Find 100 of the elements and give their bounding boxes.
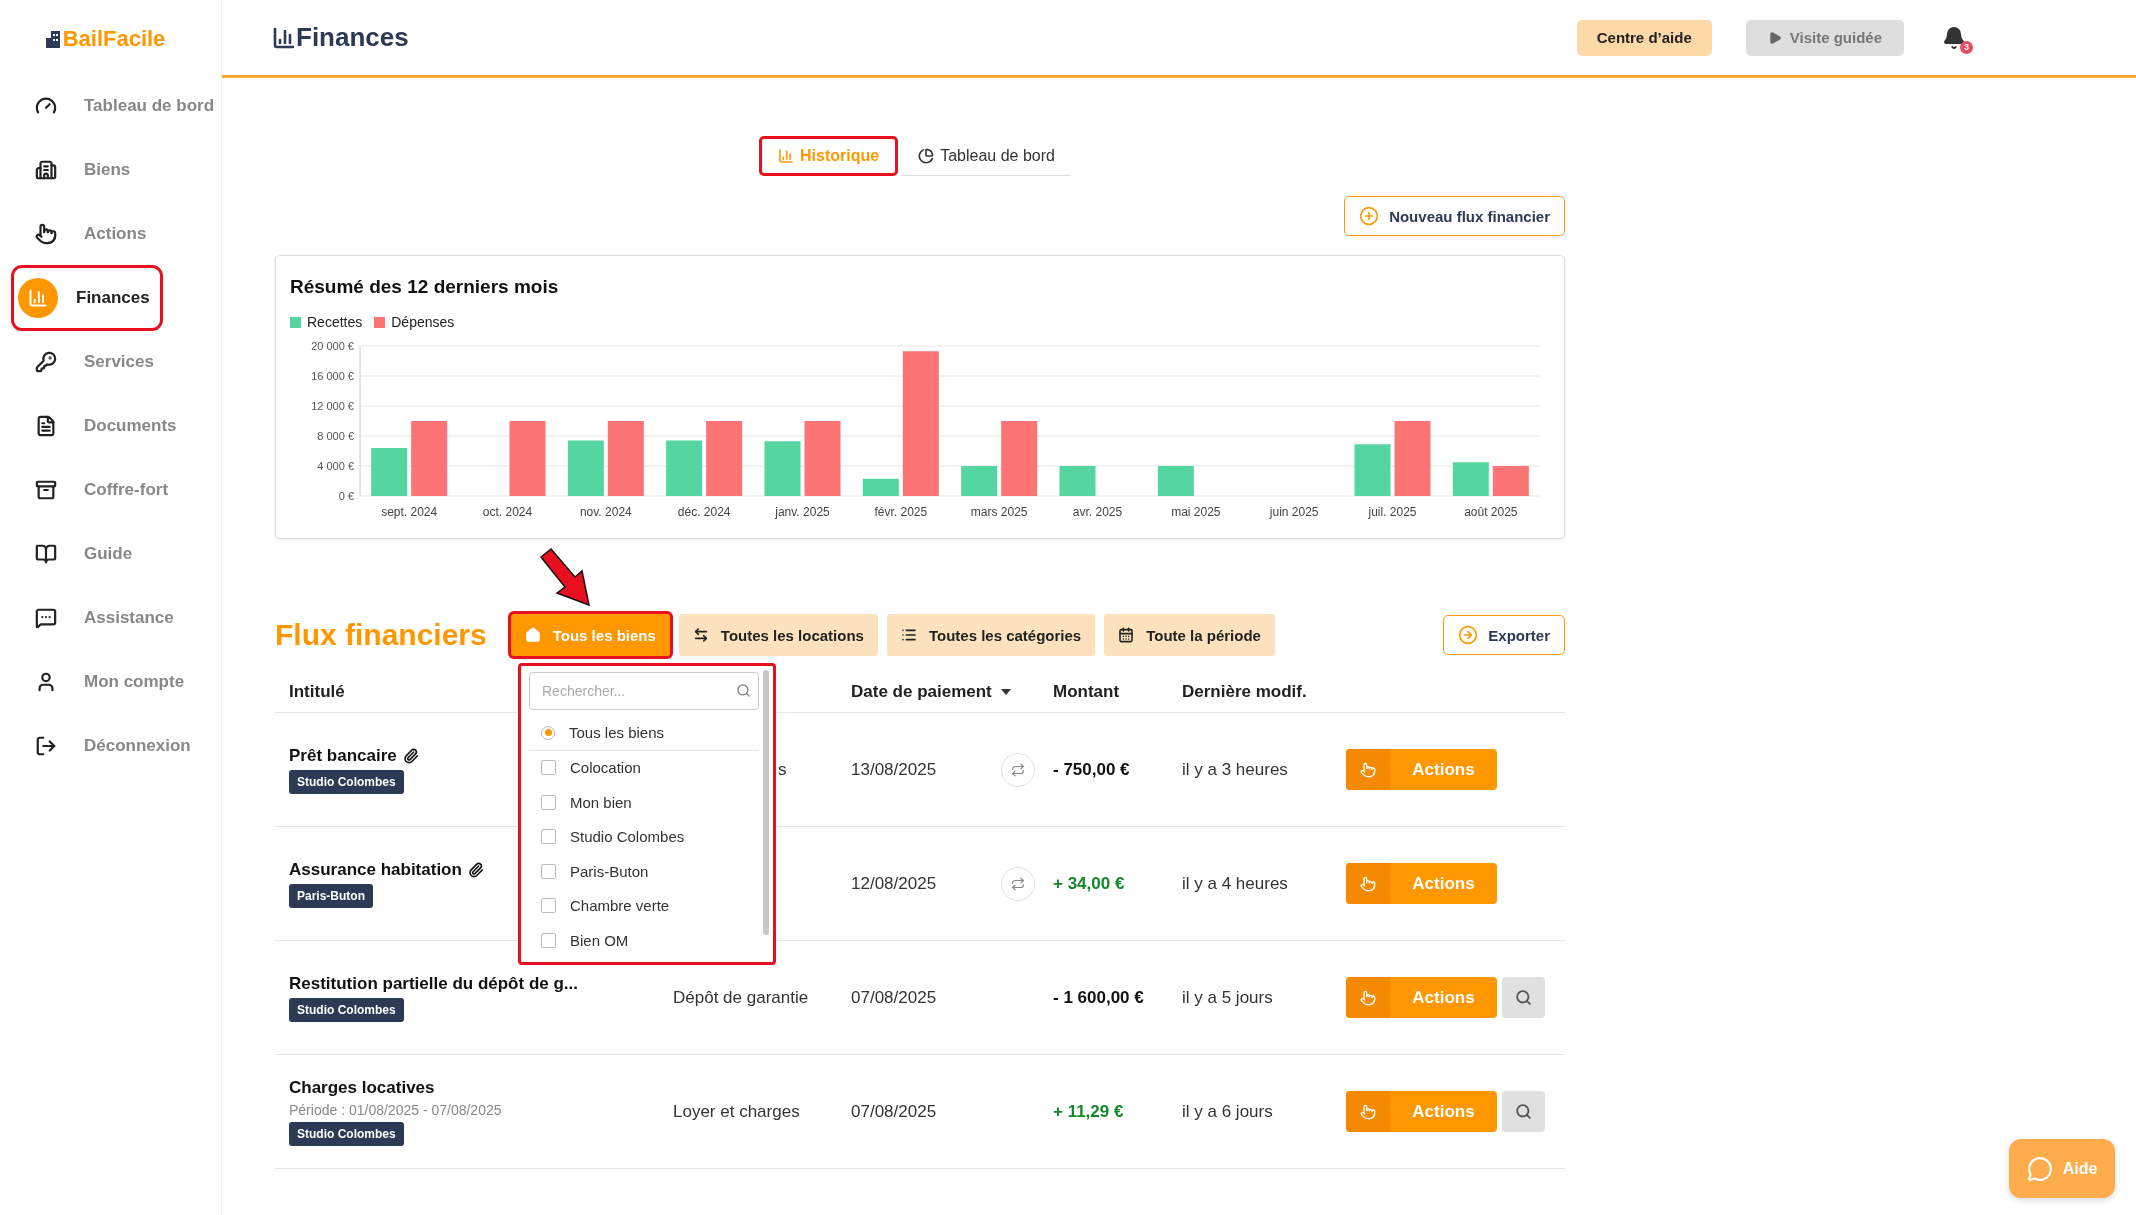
axis-label: 4 000 € <box>317 460 354 472</box>
notification-badge: 3 <box>1960 40 1973 54</box>
bar <box>1157 466 1194 496</box>
dropdown-option[interactable]: Paris-Buton <box>529 854 759 889</box>
sidebar-item[interactable]: Finances <box>16 270 158 326</box>
column-header[interactable]: Date de paiement <box>851 681 1012 702</box>
bar <box>1492 466 1529 496</box>
brand-name: BailFacile <box>62 26 166 52</box>
page-title: Finances <box>296 22 409 53</box>
bar <box>862 478 899 496</box>
row-title: Charges locatives <box>289 1077 435 1098</box>
dropdown-option[interactable]: Colocation <box>529 750 759 785</box>
axis-label: 16 000 € <box>311 370 354 382</box>
export-button[interactable]: Exporter <box>1443 615 1565 655</box>
dropdown-option[interactable]: Tous les biens <box>529 716 759 751</box>
modified-text: il y a 4 heures <box>1182 873 1288 893</box>
list-icon <box>900 627 917 643</box>
axis-label: févr. 2025 <box>874 505 928 519</box>
property-tag: Paris-Buton <box>289 883 373 908</box>
arrows-icon <box>692 627 709 643</box>
sidebar-item[interactable]: Coffre-fort <box>16 462 177 518</box>
sidebar-item[interactable]: Actions <box>16 206 155 262</box>
search-icon <box>736 683 751 698</box>
play-icon <box>1767 30 1782 45</box>
filter-button[interactable]: Toute la période <box>1104 614 1275 656</box>
axis-label: sept. 2024 <box>381 505 438 519</box>
property-tag: Studio Colombes <box>289 769 404 794</box>
sidebar-item[interactable]: Biens <box>16 142 150 198</box>
help-center-button[interactable]: Centre d’aide <box>1576 19 1712 56</box>
axis-label: janv. 2025 <box>775 505 830 519</box>
pointer-icon <box>1360 1103 1376 1120</box>
axis-label: août 2025 <box>1464 505 1518 519</box>
bar-chart-icon <box>778 148 795 164</box>
dropdown-option[interactable]: Bien OM <box>529 923 759 958</box>
sidebar-item[interactable]: Assistance <box>16 590 182 646</box>
dropdown-option[interactable]: Chambre verte <box>529 888 759 923</box>
bar <box>764 441 801 496</box>
category-text: Loyer et charges <box>673 1101 800 1121</box>
bar <box>1059 466 1096 496</box>
axis-label: 12 000 € <box>311 400 354 412</box>
filter-button[interactable]: Toutes les catégories <box>886 614 1096 656</box>
column-header[interactable]: Intitulé <box>289 681 345 702</box>
date-text: 07/08/2025 <box>851 1101 937 1121</box>
checkbox[interactable] <box>541 932 556 948</box>
paperclip-icon[interactable] <box>402 747 419 764</box>
amount-text: - 750,00 € <box>1053 759 1130 779</box>
search-icon <box>1515 989 1532 1006</box>
date-text: 07/08/2025 <box>851 987 937 1007</box>
bar <box>666 440 703 496</box>
checkbox[interactable] <box>541 760 556 776</box>
sidebar-item[interactable]: Guide <box>16 526 150 582</box>
amount-text: - 1 600,00 € <box>1053 987 1144 1007</box>
dropdown-option[interactable]: Mon bien <box>529 785 759 820</box>
checkbox[interactable] <box>541 794 556 810</box>
dropdown-option[interactable]: Studio Colombes <box>529 819 759 854</box>
building-logo-icon <box>45 30 60 48</box>
section-title: Flux financiers <box>275 618 487 652</box>
scrollbar[interactable] <box>763 670 769 935</box>
modified-text: il y a 3 heures <box>1182 759 1288 779</box>
axis-label: mars 2025 <box>970 505 1028 519</box>
column-header[interactable]: Montant <box>1053 681 1120 702</box>
tab[interactable]: Tableau de bord <box>902 136 1071 176</box>
checkbox[interactable] <box>541 829 556 845</box>
paperclip-icon[interactable] <box>467 861 484 878</box>
bell-icon[interactable] <box>1942 25 1966 50</box>
amount-text: + 34,00 € <box>1053 873 1125 893</box>
chat-icon <box>2026 1155 2053 1182</box>
search-field[interactable]: Rechercher... <box>529 672 759 710</box>
axis-label: 8 000 € <box>317 430 354 442</box>
sidebar-item[interactable]: Documents <box>16 398 185 454</box>
axis-label: déc. 2024 <box>677 505 731 519</box>
sort-caret-icon <box>999 687 1012 696</box>
sidebar-item[interactable]: Tableau de bord <box>16 78 223 134</box>
date-text: 12/08/2025 <box>851 873 937 893</box>
axis-label: oct. 2024 <box>482 505 533 519</box>
row-title: Prêt bancaire <box>289 745 419 766</box>
sidebar-item[interactable]: Mon compte <box>16 654 193 710</box>
filter-button[interactable]: Toutes les locations <box>678 614 878 656</box>
calendar-icon <box>1118 627 1135 643</box>
checkbox[interactable] <box>541 898 556 914</box>
sidebar-item[interactable]: Déconnexion <box>16 718 199 774</box>
bar <box>371 448 408 496</box>
pointer-icon <box>1360 761 1376 778</box>
property-tag: Studio Colombes <box>289 1121 404 1146</box>
pointer-icon <box>1360 989 1376 1006</box>
row-title: Assurance habitation <box>289 859 484 880</box>
search-button[interactable] <box>1502 977 1545 1018</box>
plus-circle-icon <box>1359 206 1380 226</box>
search-icon <box>1515 1103 1532 1120</box>
pointer-icon <box>1360 875 1376 892</box>
row-subtitle: Période : 01/08/2025 - 07/08/2025 <box>289 1101 502 1118</box>
pie-chart-icon <box>918 147 935 164</box>
row-title: Restitution partielle du dépôt de g... <box>289 973 578 994</box>
search-button[interactable] <box>1502 1091 1545 1132</box>
column-header[interactable]: Dernière modif. <box>1182 681 1307 702</box>
new-flow-button[interactable]: Nouveau flux financier <box>1344 196 1565 236</box>
bar <box>567 440 604 496</box>
category-text: Dépôt de garantie <box>673 987 809 1007</box>
checkbox[interactable] <box>541 863 556 879</box>
sidebar-item[interactable]: Services <box>16 334 162 390</box>
